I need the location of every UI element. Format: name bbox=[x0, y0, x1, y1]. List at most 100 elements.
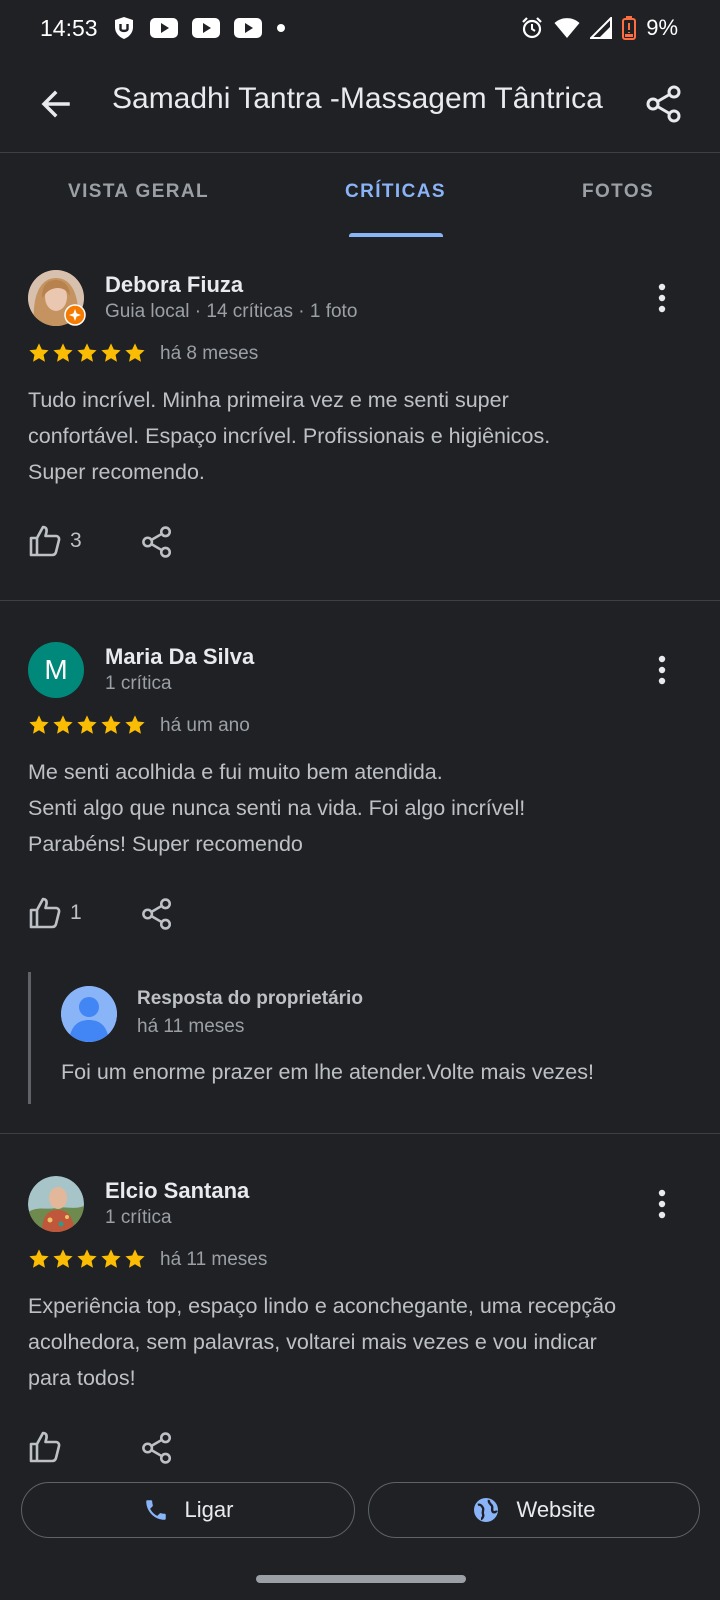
review-text-line: Me senti acolhida e fui muito bem atendi… bbox=[28, 760, 443, 784]
reviewer-avatar[interactable]: M bbox=[28, 642, 84, 698]
star-icon bbox=[77, 715, 97, 734]
review-text-line: Parabéns! Super recomendo bbox=[28, 832, 303, 856]
star-icon bbox=[53, 1249, 73, 1268]
arrow-back-icon bbox=[41, 90, 70, 118]
page-title: Samadhi Tantra -Massagem Tântrica bbox=[112, 82, 603, 115]
like-button[interactable]: 1 bbox=[28, 896, 82, 930]
review-text-line: confortável. Espaço incrível. Profission… bbox=[28, 424, 551, 448]
like-button[interactable]: 3 bbox=[28, 524, 82, 558]
reviewer-avatar[interactable] bbox=[28, 1176, 84, 1232]
active-tab-indicator bbox=[349, 233, 443, 237]
review-text-line: Experiência top, espaço lindo e aconcheg… bbox=[28, 1294, 617, 1318]
gesture-nav-handle[interactable] bbox=[256, 1575, 466, 1583]
website-button-label: Website bbox=[516, 1497, 596, 1522]
review-text-line: Super recomendo. bbox=[28, 460, 205, 484]
alarm-icon bbox=[522, 17, 542, 39]
back-button[interactable] bbox=[36, 84, 76, 124]
reviewer-avatar[interactable] bbox=[28, 270, 86, 326]
local-guide-badge-icon bbox=[64, 304, 86, 326]
review-text-line: para todos! bbox=[28, 1366, 136, 1390]
reviewer-meta: Guia local · 14 críticas · 1 foto bbox=[105, 301, 358, 322]
phone-icon bbox=[145, 1500, 166, 1520]
review-date: há 8 meses bbox=[160, 343, 259, 364]
star-icon bbox=[101, 715, 121, 734]
battery-low-icon bbox=[622, 16, 637, 40]
youtube-icon bbox=[150, 18, 178, 38]
star-icon bbox=[125, 343, 145, 362]
star-icon bbox=[53, 343, 73, 362]
top-app-bar: Samadhi Tantra -Massagem Tântrica bbox=[0, 66, 720, 146]
review-divider bbox=[0, 600, 720, 601]
globe-icon bbox=[474, 1498, 499, 1522]
person-icon bbox=[61, 986, 117, 1042]
star-icon bbox=[125, 715, 145, 734]
more-vert-icon bbox=[658, 655, 666, 685]
star-icon bbox=[77, 1249, 97, 1268]
star-icon bbox=[77, 343, 97, 362]
review-more-button[interactable] bbox=[654, 654, 670, 686]
review-share-button[interactable] bbox=[140, 525, 174, 559]
like-count: 3 bbox=[70, 529, 82, 552]
battery-percent: 9% bbox=[646, 15, 678, 40]
website-button[interactable]: Website bbox=[368, 1482, 700, 1538]
star-rating bbox=[28, 714, 146, 736]
signal-icon bbox=[590, 17, 613, 39]
youtube-icon bbox=[234, 18, 262, 38]
share-icon bbox=[646, 85, 681, 123]
tab-bar: VISTA GERAL CRÍTICAS FOTOS bbox=[0, 153, 720, 237]
share-icon bbox=[142, 526, 172, 558]
reviewer-name[interactable]: Debora Fiuza bbox=[105, 272, 243, 298]
owner-reply: Resposta do proprietário há 11 meses Foi… bbox=[28, 972, 700, 1104]
avatar-photo bbox=[28, 1176, 84, 1232]
wifi-icon bbox=[554, 18, 580, 38]
owner-reply-text: Foi um enorme prazer em lhe atender.Volt… bbox=[61, 1060, 594, 1084]
star-icon bbox=[101, 1249, 121, 1268]
system-icons: 9% bbox=[520, 15, 678, 41]
star-icon bbox=[29, 343, 49, 362]
review-date: há um ano bbox=[160, 715, 250, 736]
like-button[interactable] bbox=[28, 1430, 70, 1464]
share-icon bbox=[142, 1432, 172, 1464]
review-text-line: acolhedora, sem palavras, voltarei mais … bbox=[28, 1330, 597, 1354]
tab-overview[interactable]: VISTA GERAL bbox=[68, 181, 209, 203]
review-text: Tudo incrível. Minha primeira vez e me s… bbox=[28, 382, 692, 490]
star-icon bbox=[53, 715, 73, 734]
share-icon bbox=[142, 898, 172, 930]
review-share-button[interactable] bbox=[140, 897, 174, 931]
owner-reply-title: Resposta do proprietário bbox=[137, 988, 363, 1009]
owner-avatar bbox=[61, 986, 117, 1042]
bottom-action-bar: Ligar Website bbox=[0, 1472, 720, 1562]
review-text-line: Tudo incrível. Minha primeira vez e me s… bbox=[28, 388, 509, 412]
reviewer-meta: 1 crítica bbox=[105, 1207, 172, 1228]
owner-reply-date: há 11 meses bbox=[137, 1016, 245, 1037]
thumb-up-icon bbox=[29, 525, 61, 557]
share-place-button[interactable] bbox=[644, 84, 684, 124]
review-text-line: Senti algo que nunca senti na vida. Foi … bbox=[28, 796, 526, 820]
reviewer-name[interactable]: Elcio Santana bbox=[105, 1178, 249, 1204]
star-icon bbox=[101, 343, 121, 362]
status-time: 14:53 bbox=[40, 15, 98, 41]
more-vert-icon bbox=[658, 1189, 666, 1219]
thumb-up-icon bbox=[29, 897, 61, 929]
review-more-button[interactable] bbox=[654, 1188, 670, 1220]
youtube-icon bbox=[192, 18, 220, 38]
ublock-icon bbox=[115, 17, 133, 39]
call-button-label: Ligar bbox=[184, 1497, 234, 1522]
status-bar: 14:53 9% bbox=[0, 0, 720, 56]
star-icon bbox=[125, 1249, 145, 1268]
more-vert-icon bbox=[658, 283, 666, 313]
call-button[interactable]: Ligar bbox=[21, 1482, 355, 1538]
review-text: Me senti acolhida e fui muito bem atendi… bbox=[28, 754, 692, 862]
tab-reviews[interactable]: CRÍTICAS bbox=[345, 181, 446, 203]
dot-icon bbox=[277, 24, 285, 32]
review-text: Experiência top, espaço lindo e aconcheg… bbox=[28, 1288, 692, 1396]
star-icon bbox=[29, 715, 49, 734]
review-share-button[interactable] bbox=[140, 1431, 174, 1465]
notification-icons bbox=[112, 16, 286, 40]
reviewer-name[interactable]: Maria Da Silva bbox=[105, 644, 254, 670]
review-divider bbox=[0, 1133, 720, 1134]
tab-photos[interactable]: FOTOS bbox=[582, 181, 654, 203]
review-more-button[interactable] bbox=[654, 282, 670, 314]
reviewer-meta: 1 crítica bbox=[105, 673, 172, 694]
thumb-up-icon bbox=[29, 1431, 61, 1463]
